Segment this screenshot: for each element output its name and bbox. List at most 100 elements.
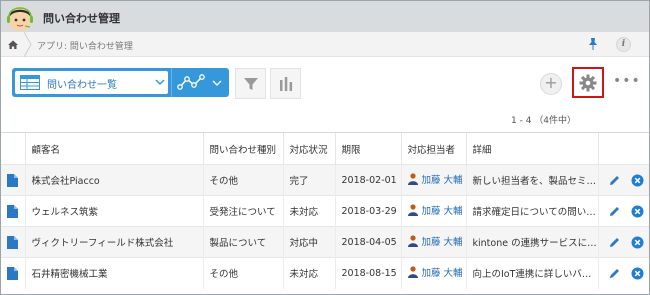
app-header: 問い合わせ管理 bbox=[1, 1, 649, 32]
cell-status: 対応中 bbox=[282, 226, 335, 258]
pencil-icon[interactable] bbox=[608, 236, 621, 249]
gear-icon bbox=[579, 74, 597, 92]
table-view-icon bbox=[20, 75, 40, 90]
person-icon bbox=[407, 173, 418, 185]
delete-icon[interactable] bbox=[631, 236, 644, 249]
table-row: 石井精密機械工業 その他 未対応 2018-08-15 加藤 大輔 向上のIoT… bbox=[1, 257, 649, 289]
row-detail-link[interactable] bbox=[1, 164, 25, 196]
delete-icon[interactable] bbox=[631, 205, 644, 218]
app-title: 問い合わせ管理 bbox=[43, 12, 120, 25]
cell-type: 製品について bbox=[202, 226, 283, 258]
cell-type: その他 bbox=[202, 257, 283, 289]
add-record-button[interactable]: + bbox=[540, 73, 562, 95]
more-icon: ••• bbox=[613, 73, 641, 89]
chevron-down-icon bbox=[212, 80, 222, 86]
document-icon bbox=[7, 173, 19, 187]
cell-detail: 請求確定日についての問い… bbox=[465, 195, 598, 227]
table-header-row: 顧客名 問い合わせ種別 対応状況 期限 対応担当者 詳細 bbox=[1, 132, 649, 165]
view-selector-inner: 問い合わせ一覧 bbox=[15, 71, 168, 94]
table-row: ヴィクトリーフィールド株式会社 製品について 対応中 2018-04-05 加藤… bbox=[1, 226, 649, 258]
assignee-link[interactable]: 加藤 大輔 bbox=[407, 172, 463, 186]
cell-status: 未対応 bbox=[282, 257, 335, 289]
column-header[interactable]: 対応担当者 bbox=[400, 132, 466, 165]
row-actions bbox=[597, 257, 649, 289]
pin-icon[interactable] bbox=[586, 37, 600, 51]
person-icon bbox=[407, 266, 418, 279]
pencil-icon[interactable] bbox=[608, 267, 621, 280]
column-header-icon bbox=[1, 132, 25, 165]
cell-customer: ウェルネス筑紫 bbox=[24, 195, 203, 227]
assignee-name: 加藤 大輔 bbox=[421, 175, 463, 186]
home-icon bbox=[8, 40, 18, 49]
graph-icon bbox=[177, 74, 205, 90]
assignee-name: 加藤 大輔 bbox=[421, 206, 463, 217]
assignee-link[interactable]: 加藤 大輔 bbox=[407, 203, 463, 217]
app-frame: 問い合わせ管理 アプリ: 問い合わせ管理 i 問い合わせ一覧 + ••• 1 -… bbox=[0, 0, 650, 295]
assignee-name: 加藤 大輔 bbox=[421, 268, 463, 280]
cell-detail: kintone の連携サービスに… bbox=[465, 226, 598, 258]
document-icon bbox=[7, 235, 19, 249]
cell-deadline: 2018-03-29 bbox=[334, 195, 401, 227]
graph-selector[interactable] bbox=[171, 68, 229, 97]
breadcrumb-separator bbox=[23, 32, 32, 57]
table-row: 株式会社Piacco その他 完了 2018-02-01 加藤 大輔 新しい担当… bbox=[1, 164, 649, 196]
assignee-link[interactable]: 加藤 大輔 bbox=[407, 234, 463, 248]
home-button[interactable] bbox=[1, 32, 25, 57]
person-icon bbox=[407, 204, 418, 216]
cell-deadline: 2018-04-05 bbox=[334, 226, 401, 258]
document-icon bbox=[7, 204, 19, 218]
column-header[interactable]: 詳細 bbox=[465, 132, 598, 165]
records-table: 顧客名 問い合わせ種別 対応状況 期限 対応担当者 詳細 株式会社Piacco … bbox=[1, 132, 649, 289]
cell-assignee: 加藤 大輔 bbox=[400, 195, 466, 227]
table-row: ウェルネス筑紫 受発注について 未対応 2018-03-29 加藤 大輔 請求確… bbox=[1, 195, 649, 227]
filter-button[interactable] bbox=[235, 68, 266, 99]
row-actions bbox=[597, 226, 649, 258]
cell-detail: 新しい担当者を、製品セミ… bbox=[465, 164, 598, 196]
column-header[interactable]: 問い合わせ種別 bbox=[202, 132, 283, 165]
cell-assignee: 加藤 大輔 bbox=[400, 164, 466, 196]
chevron-down-icon bbox=[155, 79, 165, 85]
delete-icon[interactable] bbox=[631, 174, 644, 187]
column-header-actions bbox=[597, 132, 649, 165]
cell-customer: ヴィクトリーフィールド株式会社 bbox=[24, 226, 203, 258]
cell-status: 未対応 bbox=[282, 195, 335, 227]
column-header[interactable]: 対応状況 bbox=[282, 132, 335, 165]
assignee-name: 加藤 大輔 bbox=[421, 237, 463, 248]
pencil-icon[interactable] bbox=[608, 174, 621, 187]
document-icon bbox=[7, 266, 19, 280]
breadcrumb[interactable]: アプリ: 問い合わせ管理 bbox=[37, 39, 133, 52]
pagination-info: 1 - 4 （4件中） bbox=[511, 116, 577, 126]
pencil-icon[interactable] bbox=[608, 205, 621, 218]
row-actions bbox=[597, 195, 649, 227]
cell-type: 受発注について bbox=[202, 195, 283, 227]
cell-assignee: 加藤 大輔 bbox=[400, 226, 466, 258]
filter-icon bbox=[244, 78, 258, 90]
avatar bbox=[7, 7, 33, 31]
app-settings-button[interactable] bbox=[572, 67, 604, 98]
column-header[interactable]: 顧客名 bbox=[24, 132, 203, 165]
graph-report-button[interactable] bbox=[270, 68, 301, 99]
cell-deadline: 2018-02-01 bbox=[334, 164, 401, 196]
row-detail-link[interactable] bbox=[1, 195, 25, 227]
row-detail-link[interactable] bbox=[1, 226, 25, 258]
row-actions bbox=[597, 164, 649, 196]
info-icon[interactable]: i bbox=[616, 37, 631, 52]
view-selector-label: 問い合わせ一覧 bbox=[47, 80, 117, 91]
cell-type: その他 bbox=[202, 164, 283, 196]
delete-icon[interactable] bbox=[631, 267, 644, 280]
cell-assignee: 加藤 大輔 bbox=[400, 257, 466, 289]
breadcrumb-bar: アプリ: 問い合わせ管理 i bbox=[1, 32, 649, 57]
plus-icon: + bbox=[544, 73, 558, 92]
row-detail-link[interactable] bbox=[1, 257, 25, 289]
assignee-link[interactable]: 加藤 大輔 bbox=[407, 265, 463, 280]
column-header[interactable]: 期限 bbox=[334, 132, 401, 165]
cell-deadline: 2018-08-15 bbox=[334, 257, 401, 289]
cell-detail: 向上のIoT連携に詳しいバ… bbox=[465, 257, 598, 289]
cell-customer: 株式会社Piacco bbox=[24, 164, 203, 196]
cell-customer: 石井精密機械工業 bbox=[24, 257, 203, 289]
person-icon bbox=[407, 235, 418, 247]
more-options-button[interactable]: ••• bbox=[613, 73, 640, 91]
cell-status: 完了 bbox=[282, 164, 335, 196]
bar-chart-icon bbox=[280, 77, 293, 91]
view-selector[interactable]: 問い合わせ一覧 bbox=[12, 68, 171, 97]
